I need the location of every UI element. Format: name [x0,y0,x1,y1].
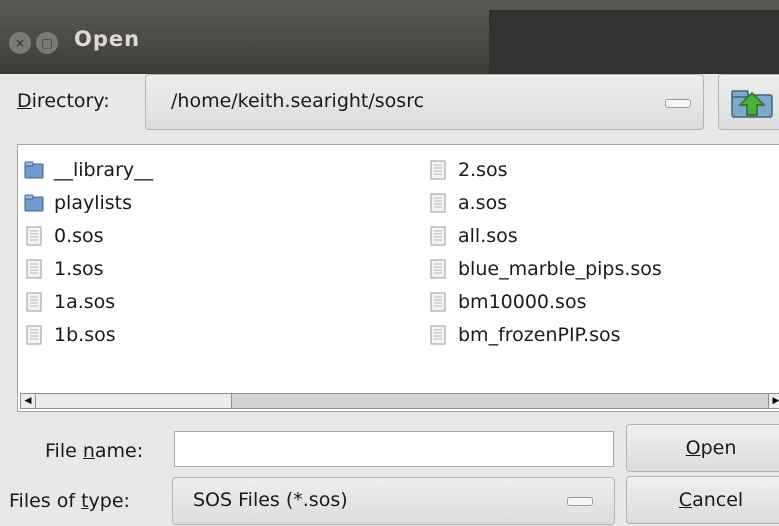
file-list-item[interactable]: bm10000.sos [428,285,662,318]
file-icon [24,259,44,279]
up-directory-button[interactable] [718,74,779,130]
file-name-label: File name: [45,440,144,462]
file-icon [428,160,448,180]
file-list[interactable]: __library__ playlists 0.sos 1.sos 1a.sos 1b.s… [17,144,779,412]
file-list-item-label: 1a.sos [54,290,116,313]
file-column-1: __library__ playlists 0.sos 1.sos 1a.sos 1b.s… [24,153,153,351]
file-list-item[interactable]: 0.sos [24,219,153,252]
directory-label: Directory: [17,90,110,112]
cancel-button[interactable]: Cancel [626,476,779,524]
file-list-item-label: 1b.sos [54,323,116,346]
file-icon [24,292,44,312]
file-list-item[interactable]: 2.sos [428,153,662,186]
directory-value: /home/keith.searight/sosrc [171,90,425,112]
file-list-item[interactable]: bm_frozenPIP.sos [428,318,662,351]
file-type-value: SOS Files (*.sos) [193,489,348,511]
file-list-item-label: all.sos [458,224,518,247]
file-name-input[interactable] [174,431,614,467]
scroll-right-icon[interactable]: ▶ [768,394,779,408]
file-list-item[interactable]: a.sos [428,186,662,219]
file-list-item-label: blue_marble_pips.sos [458,257,662,280]
scrollbar-thumb[interactable] [36,394,232,408]
directory-combo[interactable]: /home/keith.searight/sosrc [145,74,704,130]
folder-icon [24,193,44,213]
close-button[interactable]: × [9,32,31,54]
file-list-item[interactable]: 1a.sos [24,285,153,318]
maximize-icon: □ [41,36,53,50]
title-bar[interactable]: × □ Open [0,0,779,74]
file-list-item-label: 2.sos [458,158,508,181]
file-list-item-label: 1.sos [54,257,104,280]
file-list-item-label: bm10000.sos [458,290,587,313]
file-list-item[interactable]: 1b.sos [24,318,153,351]
file-list-item-label: 0.sos [54,224,104,247]
file-list-item-label: bm_frozenPIP.sos [458,323,621,346]
close-icon: × [14,36,26,50]
file-column-2: 2.sos a.sos all.sos blue_marble_pips.sos bm1… [428,153,662,351]
maximize-button[interactable]: □ [36,32,58,54]
scroll-left-icon[interactable]: ◀ [21,394,36,408]
open-button[interactable]: Open [626,424,779,472]
file-list-item-label: a.sos [458,191,508,214]
combo-handle-icon [665,99,691,108]
window-title: Open [74,27,141,51]
horizontal-scrollbar[interactable]: ◀ ▶ [20,393,779,409]
file-icon [428,325,448,345]
file-type-label: Files of type: [9,490,130,512]
file-icon [428,259,448,279]
file-list-item-label: __library__ [54,158,154,181]
file-icon [24,325,44,345]
file-icon [428,226,448,246]
file-list-item[interactable]: blue_marble_pips.sos [428,252,662,285]
file-icon [428,193,448,213]
file-list-item[interactable]: 1.sos [24,252,153,285]
file-list-item-label: playlists [54,191,133,214]
folder-icon [24,160,44,180]
file-icon [24,226,44,246]
folder-up-icon [731,90,773,118]
file-icon [428,292,448,312]
combo-handle-icon [567,497,593,506]
file-list-item[interactable]: playlists [24,186,153,219]
file-type-combo[interactable]: SOS Files (*.sos) [172,477,615,525]
file-list-item[interactable]: __library__ [24,153,153,186]
title-bar-shade [489,10,779,74]
file-list-item[interactable]: all.sos [428,219,662,252]
